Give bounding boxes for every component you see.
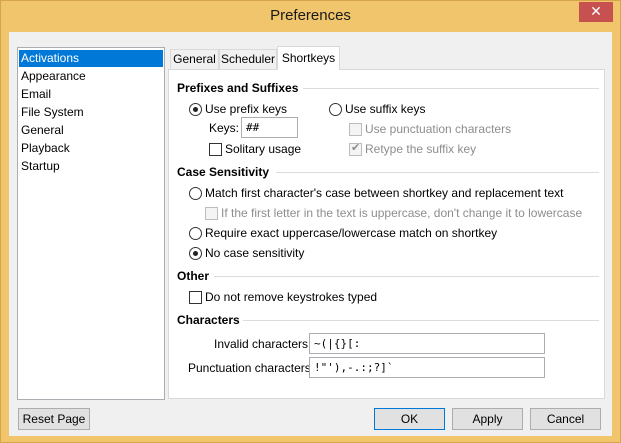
no-case-sensitivity-radio[interactable] [189, 247, 202, 260]
tab-scheduler[interactable]: Scheduler [219, 49, 277, 69]
solitary-usage-label: Solitary usage [225, 142, 302, 156]
invalid-chars-label: Invalid characters: [214, 337, 312, 351]
no-case-sensitivity-label: No case sensitivity [205, 246, 305, 260]
suffix-keys-label: Use suffix keys [345, 102, 426, 116]
prefixes-group-divider [303, 88, 599, 89]
close-button[interactable]: ✕ [579, 2, 613, 22]
other-group-divider [214, 276, 599, 277]
category-item-startup[interactable]: Startup [19, 158, 163, 175]
prefix-keys-label: Use prefix keys [205, 102, 288, 116]
other-group-title: Other [177, 269, 210, 283]
match-first-case-radio[interactable] [189, 187, 202, 200]
preferences-window: Preferences ✕ Activations Appearance Ema… [0, 0, 621, 443]
punctuation-chars-input[interactable]: !"'),-.:;?]` [309, 357, 545, 378]
match-first-case-label: Match first character's case between sho… [205, 186, 564, 200]
category-list[interactable]: Activations Appearance Email File System… [17, 47, 165, 400]
characters-group-title: Characters [177, 313, 240, 327]
prefixes-group-title: Prefixes and Suffixes [177, 81, 299, 95]
case-group-title: Case Sensitivity [177, 165, 270, 179]
keys-input[interactable]: ## [241, 117, 298, 138]
exact-match-radio[interactable] [189, 227, 202, 240]
shortkeys-panel: Prefixes and Suffixes Use prefix keys Ke… [168, 69, 605, 399]
reset-page-button[interactable]: Reset Page [18, 408, 90, 430]
punctuation-chars-checkbox[interactable] [349, 123, 362, 136]
category-item-email[interactable]: Email [19, 86, 163, 103]
tab-shortkeys[interactable]: Shortkeys [277, 46, 340, 70]
characters-group-divider [243, 320, 599, 321]
title-bar[interactable]: Preferences ✕ [1, 1, 620, 32]
punctuation-chars-field-label: Punctuation characters: [188, 361, 315, 375]
apply-button[interactable]: Apply [452, 408, 523, 430]
retype-suffix-label: Retype the suffix key [365, 142, 477, 156]
no-remove-keystrokes-label: Do not remove keystrokes typed [205, 290, 378, 304]
no-remove-keystrokes-checkbox[interactable] [189, 291, 202, 304]
first-letter-uppercase-checkbox[interactable] [205, 207, 218, 220]
category-item-activations[interactable]: Activations [19, 50, 163, 67]
dialog-client-area: Activations Appearance Email File System… [9, 32, 612, 436]
window-title: Preferences [270, 7, 351, 24]
prefix-keys-radio[interactable] [189, 103, 202, 116]
category-item-general[interactable]: General [19, 122, 163, 139]
checkmark-icon: ✔ [351, 141, 361, 154]
invalid-chars-input[interactable]: ~(|{}[: [309, 333, 545, 354]
case-group-divider [276, 172, 599, 173]
category-item-playback[interactable]: Playback [19, 140, 163, 157]
category-item-appearance[interactable]: Appearance [19, 68, 163, 85]
retype-suffix-checkbox[interactable]: ✔ [349, 141, 362, 156]
close-icon: ✕ [590, 4, 602, 20]
suffix-keys-radio[interactable] [329, 103, 342, 116]
keys-label: Keys: [209, 121, 240, 135]
cancel-button[interactable]: Cancel [530, 408, 601, 430]
punctuation-chars-label: Use punctuation characters [365, 122, 512, 136]
ok-button[interactable]: OK [374, 408, 445, 430]
tab-general[interactable]: General [170, 49, 219, 69]
exact-match-label: Require exact uppercase/lowercase match … [205, 226, 498, 240]
category-item-file-system[interactable]: File System [19, 104, 163, 121]
solitary-usage-checkbox[interactable] [209, 143, 222, 156]
first-letter-uppercase-label: If the first letter in the text is upper… [221, 206, 583, 220]
